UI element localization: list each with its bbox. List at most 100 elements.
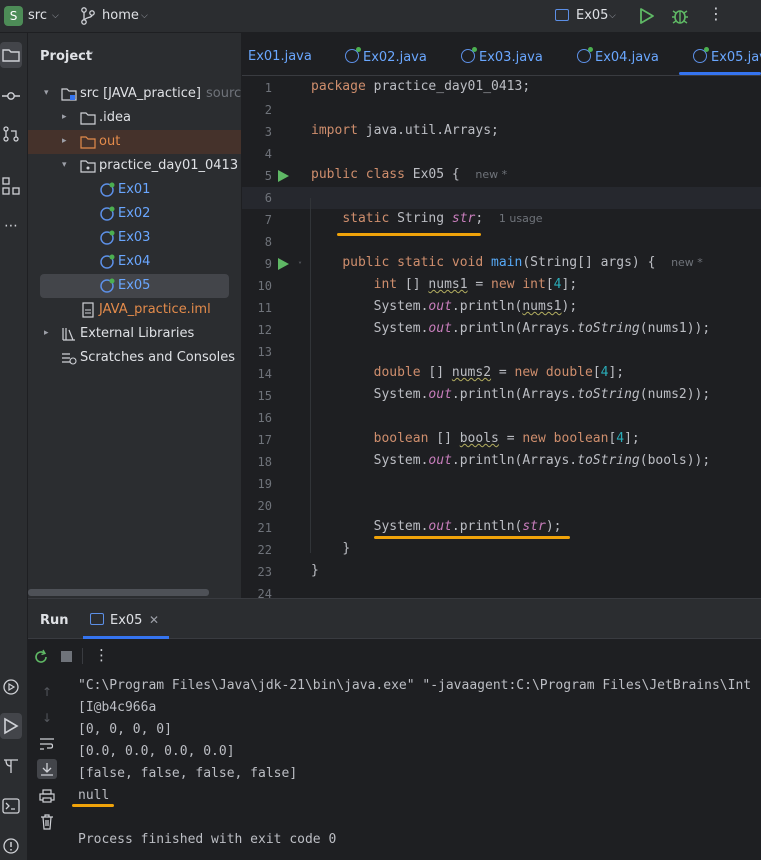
tab-ex04[interactable]: Ex04.java (577, 47, 659, 65)
chevron-down-icon[interactable]: ▾ (62, 160, 67, 170)
tab-ex02[interactable]: Ex02.java (345, 47, 427, 65)
code-line: static String str; 1 usage (342, 211, 543, 226)
project-badge[interactable]: S (4, 6, 23, 26)
tree-item-class-selected[interactable]: Ex05 (40, 274, 229, 298)
git-branch-icon[interactable] (80, 6, 96, 26)
horizontal-scrollbar[interactable] (28, 589, 209, 596)
commit-icon[interactable] (0, 83, 22, 109)
run-gutter-icon[interactable] (278, 170, 289, 182)
trash-icon[interactable] (38, 813, 56, 831)
tree-item-class[interactable]: Ex04 (28, 250, 241, 274)
chevron-down-icon[interactable]: ▾ (44, 88, 49, 98)
java-class-icon (693, 47, 709, 63)
print-icon[interactable] (38, 787, 56, 805)
chevron-down-icon[interactable]: ⌵ (141, 11, 148, 21)
more-icon[interactable]: ⋮ (708, 4, 724, 23)
line-number: 7 (264, 213, 272, 227)
code-editor[interactable]: 1 2 3 4 5 6 7 8 9 10 11 12 13 14 15 16 1… (242, 76, 761, 598)
tree-item-scratches[interactable]: Scratches and Consoles (28, 346, 241, 370)
tree-item-label: External Libraries (80, 326, 195, 341)
java-class-icon (100, 206, 115, 221)
console-output-line: "C:\Program Files\Java\jdk-21\bin\java.e… (78, 678, 752, 693)
run-config-icon (90, 613, 104, 625)
run-tab-ex05[interactable]: Ex05 (90, 613, 142, 628)
tab-ex05[interactable]: Ex05.java (693, 47, 761, 65)
project-panel-title[interactable]: Project (40, 49, 92, 64)
console-output-line: null (78, 788, 110, 803)
tab-label: Ex04.java (595, 50, 659, 65)
tree-item-class[interactable]: Ex01 (28, 178, 241, 202)
scroll-to-end-icon[interactable] (37, 759, 57, 779)
run-panel-title: Run (40, 613, 69, 628)
debug-button[interactable] (671, 6, 689, 26)
line-number: 12 (257, 323, 272, 337)
project-selector[interactable]: src (28, 8, 47, 23)
chevron-down-icon[interactable]: ˅ (90, 51, 94, 60)
tree-item-out[interactable]: ▸ out (28, 130, 241, 154)
run-button[interactable] (639, 7, 655, 25)
module-folder-icon (61, 88, 77, 101)
pull-requests-icon[interactable] (0, 121, 22, 147)
code-line: System.out.println(Arrays.toString(nums1… (373, 321, 711, 336)
run-tab-label: Ex05 (110, 613, 143, 628)
tree-item-idea[interactable]: ▸ .idea (28, 106, 241, 130)
editor-tabs: Ex01.java Ex02.java Ex03.java Ex04.java … (242, 33, 761, 76)
chevron-right-icon[interactable]: ▸ (44, 328, 49, 338)
soft-wrap-icon[interactable] (38, 735, 56, 753)
tree-item-package[interactable]: ▾ practice_day01_0413 (28, 154, 241, 178)
library-icon (62, 328, 75, 341)
structure-icon[interactable] (0, 173, 22, 199)
run-gutter-icon[interactable] (278, 258, 289, 270)
tab-label: Ex02.java (363, 50, 427, 65)
code-line: System.out.println(Arrays.toString(bools… (373, 453, 711, 468)
tree-item-label: out (99, 134, 121, 149)
iml-file-icon (82, 302, 94, 318)
line-number: 8 (264, 235, 272, 249)
close-icon[interactable]: ✕ (149, 613, 159, 627)
chevron-down-icon[interactable]: ⌵ (52, 11, 59, 21)
code-line: } (342, 541, 351, 556)
folder-icon (80, 112, 96, 125)
more-icon[interactable]: ⋮ (94, 646, 109, 664)
line-number: 24 (257, 587, 272, 598)
java-class-icon (100, 230, 115, 245)
tab-ex03[interactable]: Ex03.java (461, 47, 543, 65)
stop-icon[interactable] (61, 651, 72, 662)
line-number: 15 (257, 389, 272, 403)
code-line: } (311, 563, 319, 578)
tab-ex01[interactable]: Ex01.java (248, 49, 312, 64)
terminal-t-icon[interactable] (0, 753, 22, 779)
terminal-icon[interactable] (0, 793, 22, 819)
annotation-underline (337, 233, 481, 236)
arrow-up-icon[interactable]: ↑ (38, 683, 56, 701)
run-tool-icon[interactable] (0, 713, 22, 739)
run-config-selector[interactable]: Ex05 (576, 8, 608, 23)
line-number: 18 (257, 455, 272, 469)
fold-icon[interactable]: ˅ (298, 261, 302, 270)
arrow-down-icon[interactable]: ↓ (38, 709, 56, 727)
run-panel-header: Run Ex05 ✕ (28, 599, 761, 639)
rerun-icon[interactable] (33, 649, 49, 665)
branch-selector[interactable]: home (102, 8, 139, 23)
console-output-line: Process finished with exit code 0 (78, 832, 337, 847)
line-number: 16 (257, 411, 272, 425)
tree-item-iml[interactable]: JAVA_practice.iml (28, 298, 241, 322)
tree-item-src[interactable]: ▾ src [JAVA_practice] sourc (28, 82, 241, 106)
chevron-down-icon[interactable]: ⌵ (609, 11, 616, 21)
tree-item-label: .idea (99, 110, 131, 125)
code-line: package practice_day01_0413; (311, 79, 531, 94)
console-output-line: [0, 0, 0, 0] (78, 722, 172, 737)
folder-icon[interactable] (0, 42, 22, 68)
services-icon[interactable] (0, 674, 22, 700)
tree-item-class[interactable]: Ex02 (28, 202, 241, 226)
console-output-line: [false, false, false, false] (78, 766, 298, 781)
more-tools-icon[interactable]: ⋯ (0, 213, 22, 239)
chevron-right-icon[interactable]: ▸ (62, 112, 67, 122)
run-side-toolbar: ↑ ↓ (28, 673, 66, 860)
tree-item-external-libraries[interactable]: ▸ External Libraries (28, 322, 241, 346)
tree-item-class[interactable]: Ex03 (28, 226, 241, 250)
chevron-right-icon[interactable]: ▸ (62, 136, 67, 146)
problems-icon[interactable] (0, 833, 22, 859)
tree-item-label: Ex04 (118, 254, 151, 269)
code-line: double [] nums2 = new double[4]; (373, 365, 625, 380)
